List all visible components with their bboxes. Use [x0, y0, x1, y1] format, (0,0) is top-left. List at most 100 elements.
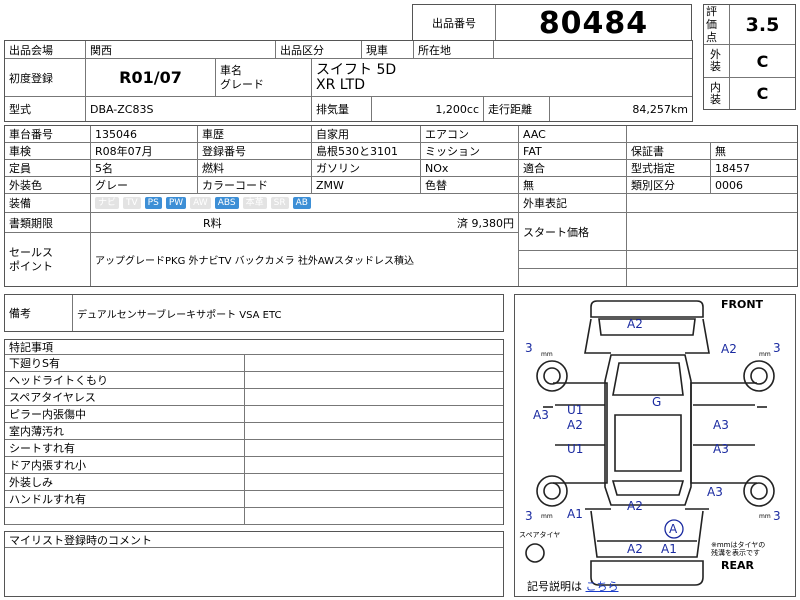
mark-a2-mid: A2 [567, 418, 583, 432]
legend-link[interactable]: こちら [586, 580, 619, 593]
special-note-detail [245, 508, 503, 525]
special-note-item: ヘッドライトくもり [5, 372, 245, 389]
detail-right-value-2: 0006 [711, 177, 797, 194]
mark-u1-b: U1 [567, 442, 584, 456]
special-notes-label: 特記事項 [5, 340, 503, 355]
car-name: スイフト 5D [316, 61, 397, 78]
mark-a2-right: A2 [721, 342, 737, 356]
mark-a1-rear: A1 [661, 542, 677, 556]
equipment-tags: ナビ TV PS PW AW ABS 本革 SR AB [91, 194, 519, 213]
mylist-box: マイリスト登録時のコメント [4, 531, 504, 597]
tire-mark-rl: 3 [525, 509, 533, 523]
docs-value: R料 済 9,380円 [91, 213, 519, 233]
lot-number-label: 出品番号 [413, 5, 496, 41]
car-name-grade-labels: 車名 グレード [216, 59, 312, 97]
equipment-tag-2: PS [144, 197, 162, 209]
remarks-value: デュアルセンサーブレーキサポート VSA ETC [77, 309, 282, 321]
first-reg-label: 初度登録 [5, 59, 86, 97]
docs-label: 書類期限 [5, 213, 91, 233]
right-blank-4 [627, 269, 797, 286]
tire-mark-fr: 3 [773, 341, 781, 355]
location-label: 所在地 [414, 41, 494, 59]
start-price-label: スタート価格 [519, 213, 627, 251]
detail-right-label-1: 型式指定 [627, 160, 711, 177]
special-notes-box: 特記事項 下廻りS有 ヘッドライトくもり スペアタイヤレス ピラー内張傷中 室内薄汚れシ… [4, 339, 504, 525]
equipment-tag-5: ABS [214, 197, 239, 209]
remarks-label: 備考 [5, 295, 73, 331]
detail-table: 車台番号 135046 車歴 自家用 エアコン AAC 車検 R08年07月 登録番号 島根530… [4, 125, 798, 287]
detail-value-b-1: 島根530と3101 [312, 143, 421, 160]
detail-label-b-3: カラーコード [198, 177, 312, 194]
detail-label-c-1: ミッション [421, 143, 519, 160]
detail-value-b-2: ガソリン [312, 160, 421, 177]
detail-label-c-2: NOx [421, 160, 519, 177]
start-price-value [627, 213, 797, 251]
detail-value-b-3: ZMW [312, 177, 421, 194]
special-note-detail [245, 440, 503, 457]
detail-value-c-1: FAT [519, 143, 627, 160]
tire-unit-fr: mm [759, 351, 771, 358]
special-note-item: ドア内張すれ小 [5, 457, 245, 474]
equipment-tag-7: SR [270, 197, 289, 209]
mark-a2-rear: A2 [627, 542, 643, 556]
detail-right-label-2: 類別区分 [627, 177, 711, 194]
interior-label: 内装 [704, 78, 730, 109]
mileage-value: 84,257km [632, 102, 688, 116]
mark-a2-top: A2 [627, 317, 643, 331]
mark-u1-a: U1 [567, 403, 584, 417]
special-note-item: 外装しみ [5, 474, 245, 491]
special-note-detail [245, 474, 503, 491]
interior-grade: C [756, 84, 769, 103]
equipment-tag-3: PW [165, 197, 187, 209]
sales-label: セールス ポイント [5, 233, 91, 286]
remarks-box: 備考 デュアルセンサーブレーキサポート VSA ETC [4, 294, 504, 332]
damage-diagram: FRONT REAR スペアタイヤ ※mmはタイヤの 残溝を表示です 3 mm … [514, 294, 796, 597]
special-note-detail [245, 457, 503, 474]
info-table: 出品会場 関西 出品区分 現車 所在地 初度登録 R01/07 車名 グレード … [4, 40, 693, 122]
detail-value-c-3: 無 [519, 177, 627, 194]
exterior-label: 外装 [704, 45, 730, 78]
special-note-detail [245, 491, 503, 508]
rating-box: 評価点 3.5 外装 C 内装 C [703, 4, 796, 110]
mark-a-circle: A [669, 522, 678, 536]
special-note-detail [245, 355, 503, 372]
special-note-item: ハンドルすれ有 [5, 491, 245, 508]
lot-number-box: 出品番号 80484 [412, 4, 692, 42]
rating-label: 評価点 [704, 5, 730, 45]
tire-unit-rr: mm [759, 513, 771, 520]
category-label: 出品区分 [276, 41, 362, 59]
detail-label-c-3: 色替 [421, 177, 519, 194]
first-reg-value: R01/07 [86, 59, 216, 97]
grade-label: グレード [220, 77, 264, 91]
rear-label: REAR [721, 559, 754, 572]
mark-a2-bottom: A2 [627, 499, 643, 513]
location-value [494, 41, 692, 59]
legend-label: 記号説明は [527, 580, 582, 593]
mark-a3-right-3: A3 [707, 485, 723, 499]
lot-number-value: 80484 [538, 5, 649, 41]
special-note-item: シートすれ有 [5, 440, 245, 457]
special-note-item [5, 508, 245, 525]
special-note-item: ピラー内張傷中 [5, 406, 245, 423]
mark-a3-right-2: A3 [713, 442, 729, 456]
detail-right-label-0: 保証書 [627, 143, 711, 160]
detail-label-b-0: 車歴 [198, 126, 312, 143]
special-note-detail [245, 372, 503, 389]
detail-value-b-0: 自家用 [312, 126, 421, 143]
category-value: 現車 [362, 41, 414, 59]
sales-value: アップグレードPKG 外ナビTV バックカメラ 社外AWスタッドレス積込 [91, 233, 519, 286]
detail-label-a-2: 定員 [5, 160, 91, 177]
sales-label-1: セールス [9, 245, 53, 259]
detail-value-a-3: グレー [91, 177, 198, 194]
mylist-value [5, 548, 503, 596]
docs-type: R料 [203, 216, 222, 230]
detail-label-b-1: 登録番号 [198, 143, 312, 160]
detail-label-c-0: エアコン [421, 126, 519, 143]
special-note-item: スペアタイヤレス [5, 389, 245, 406]
detail-label-a-0: 車台番号 [5, 126, 91, 143]
right-blank-1 [519, 251, 627, 269]
displacement-label: 排気量 [312, 97, 372, 121]
equipment-tag-1: TV [123, 197, 141, 209]
model-label: 型式 [5, 97, 86, 121]
special-note-detail [245, 406, 503, 423]
